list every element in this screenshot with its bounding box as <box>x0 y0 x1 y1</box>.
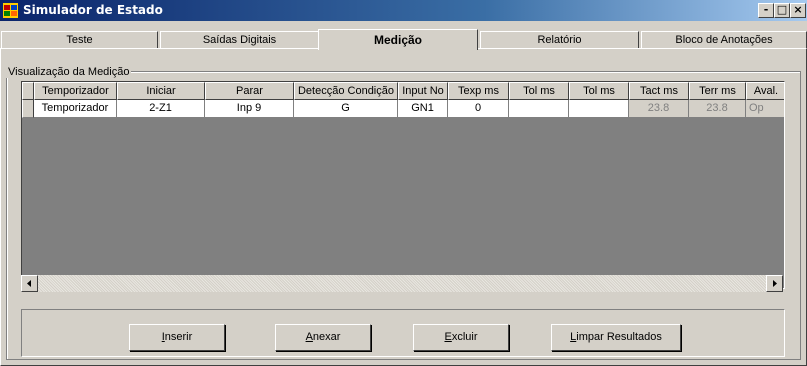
arrow-right-icon <box>773 280 777 287</box>
button-panel: Inserir Anexar Excluir Limpar Resultados <box>21 309 785 357</box>
header-deteccao-condicao[interactable]: Detecção Condição <box>294 82 398 100</box>
cell-iniciar[interactable]: 2-Z1 <box>117 100 205 118</box>
arrow-left-icon <box>27 280 31 287</box>
app-icon <box>3 3 18 18</box>
tab-bloco-de-anotacoes[interactable]: Bloco de Anotações <box>641 31 807 48</box>
tab-strip: Teste Saídas Digitais Medição Relatório … <box>0 29 807 50</box>
cell-terr: 23.8 <box>689 100 746 118</box>
scroll-right-button[interactable] <box>766 275 783 292</box>
cell-aval: Op <box>746 100 784 118</box>
cell-tol-1[interactable] <box>509 100 569 118</box>
header-parar[interactable]: Parar <box>205 82 294 100</box>
close-button[interactable]: × <box>790 3 806 18</box>
anexar-button[interactable]: Anexar <box>275 324 371 351</box>
cell-temporizador[interactable]: Temporizador <box>34 100 117 118</box>
title-bar: Simulador de Estado - □ × <box>0 0 807 21</box>
header-tol-1[interactable]: Tol ms <box>509 82 569 100</box>
table-row[interactable]: Temporizador 2-Z1 Inp 9 G GN1 0 23.8 23.… <box>22 100 784 118</box>
header-terr[interactable]: Terr ms <box>689 82 746 100</box>
header-temporizador[interactable]: Temporizador <box>34 82 117 100</box>
inserir-button[interactable]: Inserir <box>129 324 225 351</box>
header-tol-2[interactable]: Tol ms <box>569 82 629 100</box>
header-indicator <box>22 82 34 100</box>
header-texp[interactable]: Texp ms <box>448 82 509 100</box>
window-title: Simulador de Estado <box>23 3 163 17</box>
cell-deteccao-condicao[interactable]: G <box>294 100 398 118</box>
maximize-button[interactable]: □ <box>774 3 790 18</box>
header-aval[interactable]: Aval. <box>746 82 784 100</box>
anexar-label: nexar <box>312 331 341 343</box>
tab-medicao[interactable]: Medição <box>318 29 478 50</box>
horizontal-scrollbar[interactable] <box>21 275 783 292</box>
excluir-label: xcluir <box>451 331 478 343</box>
tab-teste[interactable]: Teste <box>1 31 158 48</box>
cell-input-no[interactable]: GN1 <box>398 100 448 118</box>
row-indicator[interactable] <box>22 100 34 118</box>
limpar-label: impar Resultados <box>576 331 662 343</box>
limpar-resultados-button[interactable]: Limpar Resultados <box>551 324 681 351</box>
measurement-grid[interactable]: Temporizador Iniciar Parar Detecção Cond… <box>21 81 785 289</box>
cell-parar[interactable]: Inp 9 <box>205 100 294 118</box>
tab-relatorio[interactable]: Relatório <box>480 31 639 48</box>
cell-texp[interactable]: 0 <box>448 100 509 118</box>
cell-tact: 23.8 <box>629 100 689 118</box>
minimize-button[interactable]: - <box>758 3 774 18</box>
cell-tol-2[interactable] <box>569 100 629 118</box>
grid-header-row: Temporizador Iniciar Parar Detecção Cond… <box>22 82 784 100</box>
header-input-no[interactable]: Input No <box>398 82 448 100</box>
tab-saidas-digitais[interactable]: Saídas Digitais <box>160 31 319 48</box>
scroll-track[interactable] <box>38 275 766 292</box>
header-tact[interactable]: Tact ms <box>629 82 689 100</box>
excluir-button[interactable]: Excluir <box>413 324 509 351</box>
header-iniciar[interactable]: Iniciar <box>117 82 205 100</box>
inserir-label: nserir <box>164 331 193 343</box>
group-label: Visualização da Medição <box>6 66 132 78</box>
scroll-left-button[interactable] <box>21 275 38 292</box>
excluir-mnemonic: E <box>444 331 452 343</box>
anexar-mnemonic: A <box>305 331 313 343</box>
